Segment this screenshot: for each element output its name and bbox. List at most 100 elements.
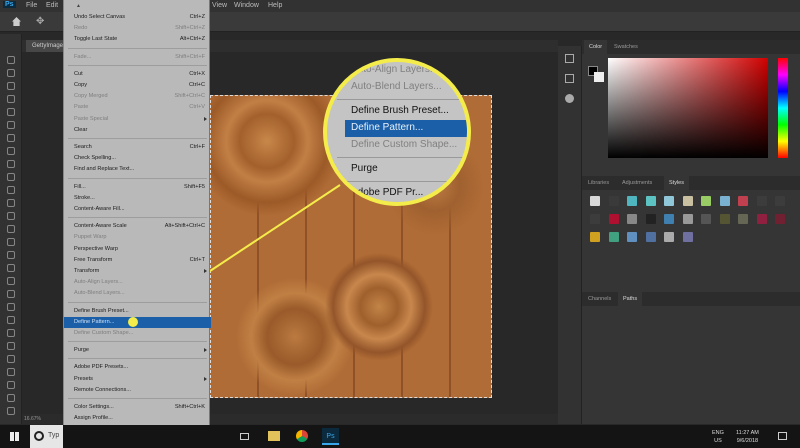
magnified-menu-item: Auto-Blend Layers... <box>351 81 442 92</box>
menu-item-free-transform[interactable]: Free Transform Ctrl+T <box>64 255 211 266</box>
menu-item-paste[interactable]: Paste Ctrl+V <box>64 102 211 113</box>
menu-item-label: Define Brush Preset... <box>74 307 129 314</box>
notifications-icon[interactable] <box>778 432 787 440</box>
shortcut: Shift+Ctrl+K <box>174 404 205 410</box>
menu-item-define-custom-shape[interactable]: Define Custom Shape... <box>64 328 211 339</box>
menu-item-fade[interactable]: Fade... Shift+Ctrl+F <box>64 52 211 63</box>
taskbar-search[interactable]: Typ <box>30 425 63 448</box>
menu-item-remote-connections[interactable]: Remote Connections... <box>64 385 211 396</box>
menu-item-label: Perspective Warp <box>74 245 118 252</box>
region: US <box>714 438 722 444</box>
photoshop-taskbar-icon[interactable]: Ps <box>322 428 339 445</box>
shortcut: Shift+F5 <box>184 183 205 190</box>
menu-item-label: Auto-Align Layers... <box>74 279 123 286</box>
search-placeholder: Typ <box>48 432 60 439</box>
menu-item-label: Fade... <box>74 53 92 60</box>
menu-item-label: Content-Aware Scale <box>74 223 127 230</box>
menu-item-label: Clear <box>74 126 88 133</box>
menu-item-cut[interactable]: Cut Ctrl+X <box>64 69 211 80</box>
magnified-menu-item: Define Pattern... <box>345 120 467 137</box>
language: ENG <box>712 430 724 436</box>
windows-start-icon[interactable] <box>10 432 19 441</box>
menu-item-label: Cut <box>74 70 83 77</box>
menu-item-presets[interactable]: Presets <box>64 374 211 385</box>
menu-item-auto-blend-layers[interactable]: Auto-Blend Layers... <box>64 288 211 299</box>
menu-item-label: Auto-Blend Layers... <box>74 290 125 297</box>
menu-item-content-aware-fill[interactable]: Content-Aware Fill... <box>64 204 211 215</box>
menu-item-label: Define Pattern... <box>74 318 115 325</box>
menu-item-label: Content-Aware Fill... <box>74 206 125 212</box>
menu-item-purge[interactable]: Purge <box>64 345 211 356</box>
menu-separator <box>68 138 207 139</box>
menu-item-fill[interactable]: Fill... Shift+F5 <box>64 182 211 193</box>
file-explorer-icon[interactable] <box>268 431 280 441</box>
shortcut: Shift+Ctrl+F <box>175 53 205 60</box>
menu-item-label: Paste <box>74 104 89 111</box>
task-view-icon[interactable] <box>240 433 249 440</box>
menu-item-content-aware-scale[interactable]: Content-Aware Scale Alt+Shift+Ctrl+C <box>64 221 211 232</box>
menu-separator <box>68 47 207 49</box>
menu-item-label: Color Settings... <box>74 404 114 410</box>
menu-item-label: Find and Replace Text... <box>74 166 135 173</box>
menu-item-undo-select-canvas[interactable]: Undo Select Canvas Ctrl+Z <box>64 12 211 23</box>
menu-item-clear[interactable]: Clear <box>64 125 211 136</box>
menu-item-check-spelling[interactable]: Check Spelling... <box>64 153 211 164</box>
menu-item-label: Transform <box>74 268 100 274</box>
magnifier-callout: Auto-Align Layers... Auto-Blend Layers...… <box>323 58 471 206</box>
menu-item-transform[interactable]: Transform <box>64 266 211 277</box>
magnified-menu-item: Auto-Align Layers... <box>351 64 439 75</box>
menu-item-define-brush-preset[interactable]: Define Brush Preset... <box>64 306 211 317</box>
menu-item-puppet-warp[interactable]: Puppet Warp <box>64 232 211 243</box>
menu-item-adobe-pdf-presets[interactable]: Adobe PDF Presets... <box>64 362 211 373</box>
shortcut: Ctrl+F <box>189 144 205 150</box>
menu-item-auto-align-layers[interactable]: Auto-Align Layers... <box>64 277 211 288</box>
menu-item-copy-merged[interactable]: Copy Merged Shift+Ctrl+C <box>64 91 211 102</box>
menu-item-label: Define Custom Shape... <box>74 330 134 336</box>
menu-item-redo[interactable]: Redo Shift+Ctrl+Z <box>64 23 211 34</box>
menu-item-label: Copy Merged <box>74 93 108 100</box>
time: 11:27 AM <box>736 430 759 436</box>
taskbar: Typ Ps ENG US 11:27 AM 9/6/2018 <box>0 425 800 448</box>
chrome-icon[interactable] <box>296 430 308 442</box>
menu-item-assign-profile[interactable]: Assign Profile... <box>64 413 211 424</box>
menu-item-copy[interactable]: Copy Ctrl+C <box>64 80 211 91</box>
menu-separator <box>68 177 207 179</box>
chevron-up-icon[interactable]: ▲ <box>76 3 81 9</box>
menu-separator <box>68 217 207 219</box>
menu-item-toggle-last-state[interactable]: Toggle Last State Alt+Ctrl+Z <box>64 34 211 45</box>
shortcut: Ctrl+C <box>188 82 205 88</box>
menu-separator <box>68 398 207 399</box>
language-indicator[interactable]: ENG US <box>712 429 724 445</box>
submenu-arrow-icon <box>204 348 207 353</box>
edit-menu: ▲ Undo Select Canvas Ctrl+Z Redo Shift+Ctrl… <box>63 0 211 448</box>
menu-item-find-and-replace-text[interactable]: Find and Replace Text... <box>64 164 211 175</box>
menu-item-label: Adobe PDF Presets... <box>74 364 129 371</box>
menu-item-label: Remote Connections... <box>74 386 131 393</box>
menu-item-label: Stroke... <box>74 194 95 201</box>
shortcut: Ctrl+V <box>189 104 205 111</box>
magnified-menu-item: Define Custom Shape... <box>351 139 458 150</box>
menu-item-label: Toggle Last State <box>74 36 118 43</box>
menu-item-label: Copy <box>74 82 88 88</box>
submenu-arrow-icon <box>204 269 207 273</box>
menu-item-label: Free Transform <box>74 256 113 263</box>
shortcut: Shift+Ctrl+Z <box>175 25 205 32</box>
menu-item-label: Fill... <box>74 183 86 190</box>
magnified-menu-item: Purge <box>351 163 378 174</box>
shortcut: Ctrl+Z <box>189 14 205 20</box>
menu-item-search[interactable]: Search Ctrl+F <box>64 142 211 153</box>
magnified-menu-item: Define Brush Preset... <box>351 105 449 116</box>
menu-item-label: Undo Select Canvas <box>74 14 125 20</box>
submenu-arrow-icon <box>204 116 207 121</box>
shortcut: Alt+Ctrl+Z <box>179 36 205 43</box>
shortcut: Ctrl+T <box>189 256 205 263</box>
menu-item-label: Search <box>74 144 92 150</box>
menu-item-color-settings[interactable]: Color Settings... Shift+Ctrl+K <box>64 402 211 413</box>
menu-item-perspective-warp[interactable]: Perspective Warp <box>64 244 211 255</box>
clock[interactable]: 11:27 AM 9/6/2018 <box>736 429 759 445</box>
menu-item-paste-special[interactable]: Paste Special <box>64 114 211 125</box>
menu-item-stroke[interactable]: Stroke... <box>64 193 211 204</box>
submenu-arrow-icon <box>204 376 207 381</box>
menu-item-define-pattern[interactable]: Define Pattern... <box>64 316 211 328</box>
menu-separator <box>68 301 207 303</box>
